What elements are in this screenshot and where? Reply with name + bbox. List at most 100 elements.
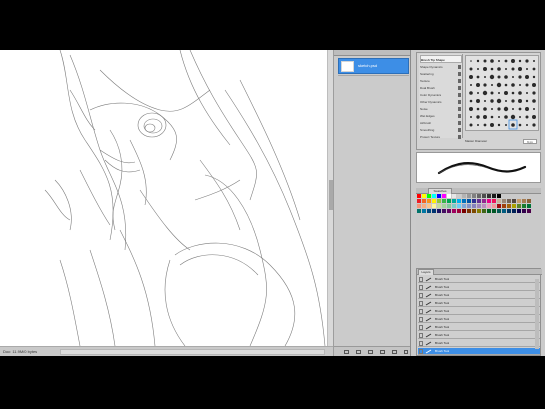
history-state-row[interactable]: Brush Tool	[418, 284, 540, 291]
lock-icon[interactable]	[458, 100, 461, 104]
history-state-row[interactable]: Brush Tool	[418, 340, 540, 347]
document-size-readout: Doc: 11.9M/0 bytes	[3, 349, 38, 354]
brush-diameter-row: Master Diameter 9 px	[465, 138, 539, 145]
history-panel: sketch.psd	[333, 50, 411, 356]
history-brush-icon[interactable]	[419, 293, 423, 298]
state-label: Brush Tool	[435, 301, 450, 305]
brush-icon	[425, 301, 432, 306]
history-footer	[334, 346, 411, 356]
state-label: Brush Tool	[435, 341, 450, 345]
layers-panel: Layers Brush Tool Brush Tool Brush Tool …	[416, 268, 542, 356]
lock-icon[interactable]	[458, 128, 461, 132]
lock-icon[interactable]	[458, 65, 461, 69]
brush-setting-label: Dual Brush	[420, 86, 435, 90]
brush-setting-label: Color Dynamics	[420, 93, 442, 97]
history-brush-icon[interactable]	[419, 317, 423, 322]
brush-setting-label: Other Dynamics	[420, 100, 442, 104]
state-label: Brush Tool	[435, 277, 450, 281]
brush-setting-label: Noise	[420, 107, 428, 111]
history-state-row[interactable]: Brush Tool	[418, 316, 540, 323]
lock-icon[interactable]	[458, 121, 461, 125]
right-panel-dock: Brush Tip Shape Shape Dynamics Scatterin…	[410, 50, 545, 356]
brush-presets-grid[interactable]	[465, 55, 539, 131]
layers-scrollbar[interactable]	[535, 279, 539, 349]
new-document-from-state-button[interactable]	[344, 350, 349, 354]
history-brush-icon[interactable]	[419, 309, 423, 314]
divider	[338, 75, 409, 76]
brush-icon	[425, 293, 432, 298]
history-brush-icon[interactable]	[419, 333, 423, 338]
history-brush-icon[interactable]	[419, 277, 423, 282]
brush-setting-label: Protect Texture	[420, 135, 441, 139]
snapshot-label: sketch.psd	[358, 63, 378, 68]
brush-icon	[425, 309, 432, 314]
brush-icon	[425, 325, 432, 330]
brush-setting-label: Wet Edges	[420, 114, 435, 118]
history-snapshot[interactable]: sketch.psd	[338, 58, 409, 74]
snapshot-thumbnail	[341, 61, 354, 72]
brush-setting-label: Brush Tip Shape	[421, 58, 445, 62]
history-panel-tab[interactable]	[334, 50, 411, 56]
brush-icon	[425, 285, 432, 290]
history-state-row[interactable]: Brush Tool	[418, 300, 540, 307]
canvas-horizontal-scrollbar[interactable]	[60, 349, 325, 355]
layers-tab-bar: Layers	[417, 269, 542, 275]
lock-icon[interactable]	[458, 79, 461, 83]
tab-layers[interactable]: Layers	[418, 269, 434, 275]
brush-icon	[425, 277, 432, 282]
brushes-panel: Brush Tip Shape Shape Dynamics Scatterin…	[416, 52, 541, 150]
brush-settings-list: Brush Tip Shape Shape Dynamics Scatterin…	[419, 54, 463, 141]
brush-icon	[425, 317, 432, 322]
state-label: Brush Tool	[435, 325, 450, 329]
state-label: Brush Tool	[435, 309, 450, 313]
history-brush-icon[interactable]	[419, 325, 423, 330]
camera-icon[interactable]	[368, 350, 373, 354]
history-brush-icon[interactable]	[419, 341, 423, 346]
state-label: Brush Tool	[435, 285, 450, 289]
lock-icon[interactable]	[458, 107, 461, 111]
brush-setting-item[interactable]: Protect Texture	[420, 133, 462, 141]
status-bar: Doc: 11.9M/0 bytes	[0, 346, 333, 356]
brush-tip-thumbnails	[469, 59, 536, 130]
new-snapshot-button[interactable]	[356, 350, 361, 354]
sketch-drawing	[44, 50, 326, 346]
brush-setting-item[interactable]: Brush Tip Shape	[420, 55, 462, 63]
history-state-row[interactable]: Brush Tool	[418, 324, 540, 331]
brush-setting-label: Texture	[420, 79, 430, 83]
state-label: Brush Tool	[435, 333, 450, 337]
brush-icon	[425, 333, 432, 338]
swatch-colors	[417, 194, 531, 213]
history-brush-icon[interactable]	[419, 301, 423, 306]
lock-icon[interactable]	[458, 72, 461, 76]
brush-stroke-preview	[416, 152, 541, 183]
history-brush-icon[interactable]	[419, 349, 423, 354]
lock-icon[interactable]	[458, 135, 461, 139]
brush-icon	[425, 349, 432, 354]
layer-icon[interactable]	[392, 350, 397, 354]
diameter-input[interactable]: 9 px	[523, 139, 537, 144]
history-brush-icon[interactable]	[419, 285, 423, 290]
photoshop-window: Doc: 11.9M/0 bytes sketch.psd Brush Tip …	[0, 50, 545, 356]
history-state-row[interactable]: Brush Tool	[418, 276, 540, 283]
lock-icon[interactable]	[458, 114, 461, 118]
resize-grip-icon[interactable]	[404, 350, 408, 354]
lock-icon[interactable]	[458, 93, 461, 97]
brush-setting-label: Shape Dynamics	[420, 65, 443, 69]
state-label: Brush Tool	[435, 317, 450, 321]
diameter-label: Master Diameter	[465, 139, 488, 143]
swatches-panel: Swatches	[416, 188, 541, 272]
document-canvas[interactable]	[0, 50, 330, 346]
history-state-row[interactable]: Brush Tool	[418, 292, 540, 299]
brush-setting-label: Smoothing	[420, 128, 435, 132]
trash-icon[interactable]	[380, 350, 385, 354]
history-state-row[interactable]: Brush Tool	[418, 308, 540, 315]
brush-setting-label: Scattering	[420, 72, 434, 76]
stroke-preview-graphic	[437, 161, 527, 175]
brush-icon	[425, 341, 432, 346]
lock-icon[interactable]	[458, 86, 461, 90]
swatches-grid[interactable]	[417, 194, 539, 218]
history-state-row[interactable]: Brush Tool	[418, 332, 540, 339]
history-state-row-active[interactable]: Brush Tool	[418, 348, 540, 355]
state-label: Brush Tool	[435, 349, 450, 353]
state-label: Brush Tool	[435, 293, 450, 297]
